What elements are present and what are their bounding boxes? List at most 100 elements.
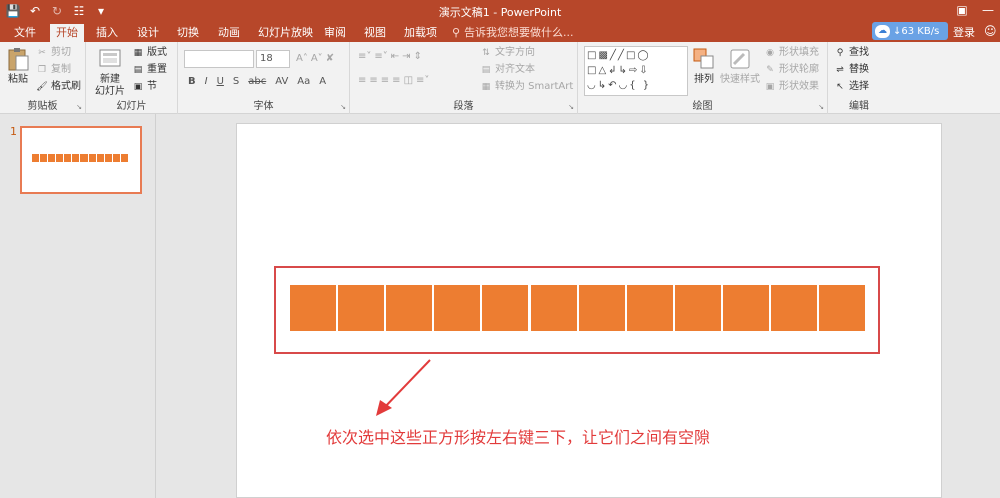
thumbnail-square [32,154,40,162]
font-color-button[interactable]: A [319,76,326,87]
editing-group: ⚲ 查找 ⇌ 替换 ↖ 选择 编辑 [828,42,890,114]
paste-button[interactable]: 粘贴 [4,46,32,86]
copy-button[interactable]: ❐ 复制 [36,63,71,77]
slides-group: 新建 幻灯片 ▦ 版式 ▤ 重置 ▣ 节 幻灯片 [86,42,178,114]
paste-label: 粘贴 [8,74,28,85]
shape-fill-label: 形状填充 [779,47,819,58]
shape-fill-button[interactable]: ◉ 形状填充 [764,46,819,60]
thumbnail-square [80,154,88,162]
tab-view[interactable]: 视图 [358,24,392,42]
shapes-gallery[interactable]: □▩╱╱□◯ □△↲↳⇨⇩ ◡↳↶◡{ } [584,46,688,96]
new-slide-label: 新建 [100,74,120,85]
shape-effects-button[interactable]: ▣ 形状效果 [764,80,819,94]
paste-icon [8,48,29,71]
cut-label: 剪切 [51,47,71,58]
dialog-launcher-icon[interactable]: ↘ [568,103,574,111]
thumbnail-square [88,154,96,162]
text-direction-button[interactable]: ⇅ 文字方向 [480,46,535,60]
cut-button[interactable]: ✂ 剪切 [36,46,71,60]
paragraph-group-label: 段落 [453,101,474,112]
tab-design[interactable]: 设计 [131,24,165,42]
pen-icon: ✎ [766,65,774,75]
new-slide-button[interactable]: 新建 幻灯片 [92,46,128,98]
tab-home[interactable]: 开始 [50,24,84,42]
dialog-launcher-icon[interactable]: ↘ [818,103,824,111]
italic-button[interactable]: I [205,76,208,87]
replace-button[interactable]: ⇌ 替换 [834,63,869,77]
thumbnail-square [96,154,104,162]
select-button[interactable]: ↖ 选择 [834,80,869,94]
shape-outline-button[interactable]: ✎ 形状轮廓 [764,63,819,77]
grow-shrink-font[interactable]: A˄ A˅ ✘ [296,52,334,66]
tab-transitions[interactable]: 切换 [171,24,205,42]
arrange-icon [693,48,714,69]
shadow-button[interactable]: S [233,76,239,87]
orange-square[interactable] [290,285,336,331]
orange-square[interactable] [530,285,577,331]
shrink-font-icon: A˅ [310,53,323,64]
tab-slideshow[interactable]: 幻灯片放映 [252,24,319,42]
font-size-box[interactable]: 18 [256,50,290,68]
window-controls: ▣ — [954,2,996,18]
orange-square[interactable] [434,285,481,331]
orange-square[interactable] [578,285,625,331]
font-name-box[interactable] [184,50,254,68]
orange-square[interactable] [771,285,817,331]
slide-number: 1 [10,125,17,138]
orange-square[interactable] [819,285,866,331]
ribbon-display-icon[interactable]: ▣ [954,2,970,18]
slide-thumbnail[interactable] [20,126,142,194]
find-button[interactable]: ⚲ 查找 [834,46,869,60]
cloud-icon: ☁ [875,24,890,38]
replace-label: 替换 [849,64,869,75]
section-label: 节 [147,81,157,92]
clear-format-icon: ✘ [325,53,335,64]
layout-button[interactable]: ▦ 版式 [132,46,167,60]
orange-square[interactable] [722,285,769,331]
align-text-button[interactable]: ▤ 对齐文本 [480,63,535,77]
list-buttons[interactable]: ≡˅ ≡˅ ⇤ ⇥ ⇕ [358,50,422,64]
spacing-button[interactable]: AV [275,76,288,87]
tab-addins[interactable]: 加载项 [398,24,443,42]
dialog-launcher-icon[interactable]: ↘ [76,103,82,111]
shape-effects-label: 形状效果 [779,81,819,92]
thumbnail-square [104,154,112,162]
effects-icon: ▣ [765,82,775,92]
tell-me-search[interactable]: ⚲ 告诉我您想要做什么... [452,24,574,42]
format-painter-button[interactable]: 🖌 格式刷 [36,80,81,94]
bullets-icon: ≡˅ [358,51,372,62]
tab-file[interactable]: 文件 [8,24,42,42]
user-icon[interactable]: ☺ [984,24,998,38]
smartart-label: 转换为 SmartArt [495,81,574,92]
tab-animations[interactable]: 动画 [212,24,246,42]
orange-square[interactable] [338,285,385,331]
orange-square[interactable] [482,285,529,331]
section-button[interactable]: ▣ 节 [132,80,157,94]
replace-icon: ⇌ [836,65,844,75]
orange-square[interactable] [674,285,721,331]
tab-review[interactable]: 审阅 [318,24,352,42]
orange-square[interactable] [626,285,673,331]
layout-icon: ▦ [133,48,143,58]
smartart-button[interactable]: ▦ 转换为 SmartArt [480,80,574,94]
align-text-icon: ▤ [481,65,491,75]
tab-insert[interactable]: 插入 [90,24,124,42]
orange-square[interactable] [386,285,433,331]
strike-button[interactable]: abc [248,76,266,87]
align-buttons[interactable]: ≡ ≡ ≡ ≡ ◫ ≡˅ [358,74,429,88]
case-button[interactable]: Aa [297,76,310,87]
bold-button[interactable]: B [188,76,196,87]
annotation-arrow [376,359,431,416]
dialog-launcher-icon[interactable]: ↘ [340,103,346,111]
arrange-button[interactable]: 排列 [692,46,716,86]
reset-button[interactable]: ▤ 重置 [132,63,167,77]
ribbon: 粘贴 ✂ 剪切 ❐ 复制 🖌 格式刷 剪贴板 ↘ 新建 幻灯片 ▦ 版式 ▤ 重… [0,42,1000,114]
underline-button[interactable]: U [217,76,224,87]
window-title: 演示文稿1 - PowerPoint [438,6,562,19]
font-format-buttons: B I U S abc AV Aa A [188,76,326,87]
paragraph-group: ≡˅ ≡˅ ⇤ ⇥ ⇕ ≡ ≡ ≡ ≡ ◫ ≡˅ ⇅ 文字方向 ▤ 对齐文本 ▦… [350,42,578,114]
login-link[interactable]: 登录 [953,24,975,40]
smartart-icon: ▦ [481,82,491,92]
minimize-icon[interactable]: — [980,2,996,18]
quick-styles-button[interactable]: 快速样式 [718,46,762,86]
